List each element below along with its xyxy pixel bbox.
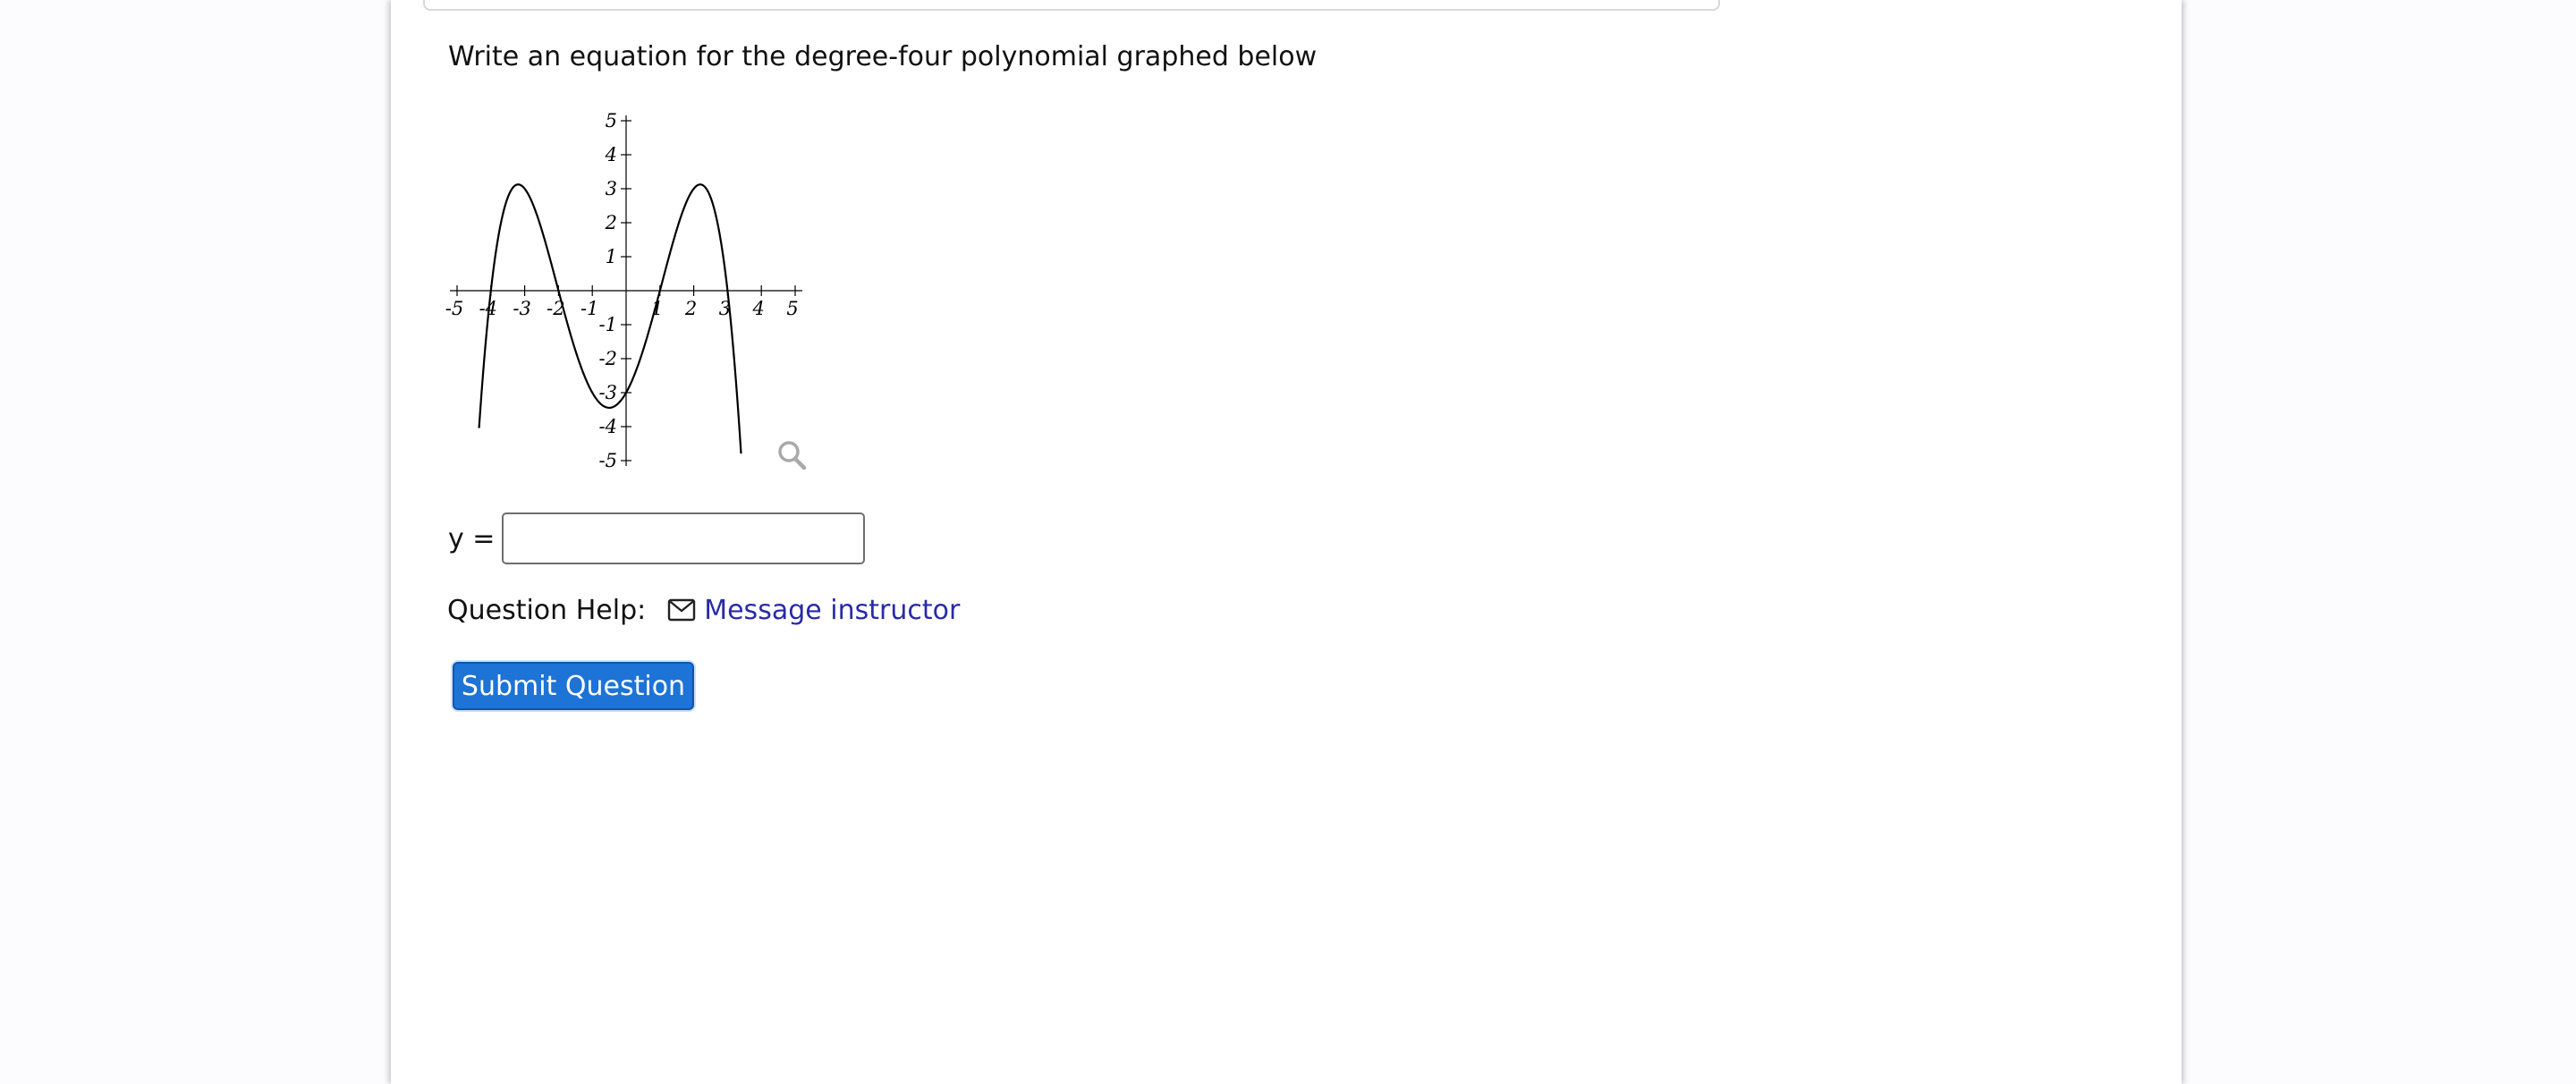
y-tick-label: -3 bbox=[599, 382, 617, 403]
question-prompt: Write an equation for the degree-four po… bbox=[448, 41, 1318, 72]
previous-question-box bbox=[423, 0, 1720, 11]
x-tick-label: -5 bbox=[445, 298, 463, 319]
mail-icon bbox=[667, 598, 696, 622]
question-help: Question Help: Message instructor bbox=[447, 592, 960, 628]
x-tick-label: -3 bbox=[513, 298, 530, 319]
x-tick-label: 4 bbox=[752, 298, 765, 319]
magnifier-icon[interactable] bbox=[778, 441, 807, 470]
y-tick-label: 3 bbox=[606, 178, 617, 199]
y-tick-label: 2 bbox=[605, 212, 617, 233]
y-tick-label: -2 bbox=[599, 348, 617, 369]
y-tick-label: 5 bbox=[606, 110, 617, 131]
polynomial-graph[interactable]: -5 -4 -3 -2 -1 1 2 3 4 5 -5 -4 -3 -2 -1 1 2 3 4 5 bbox=[444, 106, 819, 481]
answer-label: y = bbox=[448, 522, 496, 555]
y-tick-label: -5 bbox=[599, 450, 617, 471]
graph-svg: -5 -4 -3 -2 -1 1 2 3 4 5-5-4-3-2-112345 bbox=[445, 110, 807, 471]
y-tick-label: -1 bbox=[599, 314, 617, 335]
y-tick-label: 1 bbox=[606, 246, 617, 267]
message-instructor-link[interactable]: Message instructor bbox=[704, 595, 960, 626]
answer-input[interactable] bbox=[502, 512, 866, 564]
x-tick-label: -1 bbox=[580, 298, 598, 319]
answer-row: y = bbox=[448, 511, 866, 566]
y-tick-label: -4 bbox=[599, 416, 617, 437]
question-help-label: Question Help: bbox=[447, 594, 647, 626]
x-tick-label: 5 bbox=[786, 298, 798, 319]
y-tick-label: 4 bbox=[605, 144, 617, 165]
x-tick-label: 2 bbox=[684, 298, 697, 319]
submit-question-button[interactable]: Submit Question bbox=[453, 662, 694, 710]
